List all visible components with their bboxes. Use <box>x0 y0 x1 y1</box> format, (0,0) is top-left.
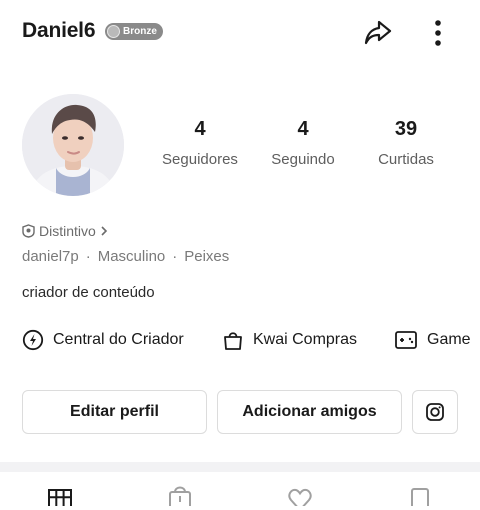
meta-separator: · <box>172 248 178 265</box>
creator-center-link[interactable]: Central do Criador <box>22 326 184 354</box>
more-vertical-icon <box>435 20 441 46</box>
following-count: 4 <box>297 118 309 140</box>
add-friends-button[interactable]: Adicionar amigos <box>217 390 402 434</box>
grid-icon <box>48 489 72 506</box>
creator-center-label: Central do Criador <box>53 331 184 348</box>
shopping-bag-icon <box>224 332 242 350</box>
tab-posts[interactable] <box>40 480 80 510</box>
lightning-circle-icon <box>22 329 44 351</box>
chevron-right-icon <box>101 226 107 236</box>
profile-sign: Peixes <box>184 248 230 265</box>
profile-gender: Masculino <box>97 248 166 265</box>
share-arrow-icon <box>364 20 392 45</box>
profile-handle: daniel7p <box>22 248 79 265</box>
distintivo-label: Distintivo <box>39 223 96 239</box>
badge-shield-icon <box>22 224 35 238</box>
followers-label: Seguidores <box>162 151 238 168</box>
avatar[interactable] <box>22 94 124 196</box>
medal-icon <box>107 25 120 38</box>
game-label: Game <box>427 331 471 348</box>
following-stat[interactable]: 4 Seguindo <box>253 118 353 168</box>
followers-count: 4 <box>194 118 206 140</box>
share-button[interactable] <box>360 15 396 51</box>
likes-label: Curtidas <box>378 151 434 168</box>
meta-separator: · <box>85 248 91 265</box>
tab-likes[interactable] <box>280 480 320 510</box>
gamepad-icon <box>395 331 417 349</box>
followers-stat[interactable]: 4 Seguidores <box>150 118 250 168</box>
tab-shop[interactable] <box>160 480 200 510</box>
profile-username: Daniel6 <box>22 19 96 42</box>
heart-icon <box>288 488 312 506</box>
bookmark-icon <box>411 488 429 506</box>
lock-bag-icon <box>169 486 191 506</box>
instagram-button[interactable] <box>412 390 458 434</box>
kwai-shop-link[interactable]: Kwai Compras <box>222 326 357 354</box>
profile-bio: criador de conteúdo <box>22 284 155 301</box>
edit-profile-button[interactable]: Editar perfil <box>22 390 207 434</box>
instagram-icon <box>426 403 444 421</box>
profile-meta: daniel7p · Masculino · Peixes <box>22 248 229 265</box>
more-options-button[interactable] <box>424 15 452 51</box>
likes-stat[interactable]: 39 Curtidas <box>356 118 456 168</box>
kwai-shop-label: Kwai Compras <box>253 331 358 348</box>
level-badge[interactable]: Bronze <box>105 23 163 40</box>
following-label: Seguindo <box>271 151 335 168</box>
tab-saved[interactable] <box>400 480 440 510</box>
distintivo-link[interactable]: Distintivo <box>22 223 108 239</box>
section-divider <box>0 462 480 472</box>
likes-count: 39 <box>394 118 418 140</box>
badge-label: Bronze <box>123 26 157 37</box>
game-link[interactable]: Game <box>394 326 471 354</box>
